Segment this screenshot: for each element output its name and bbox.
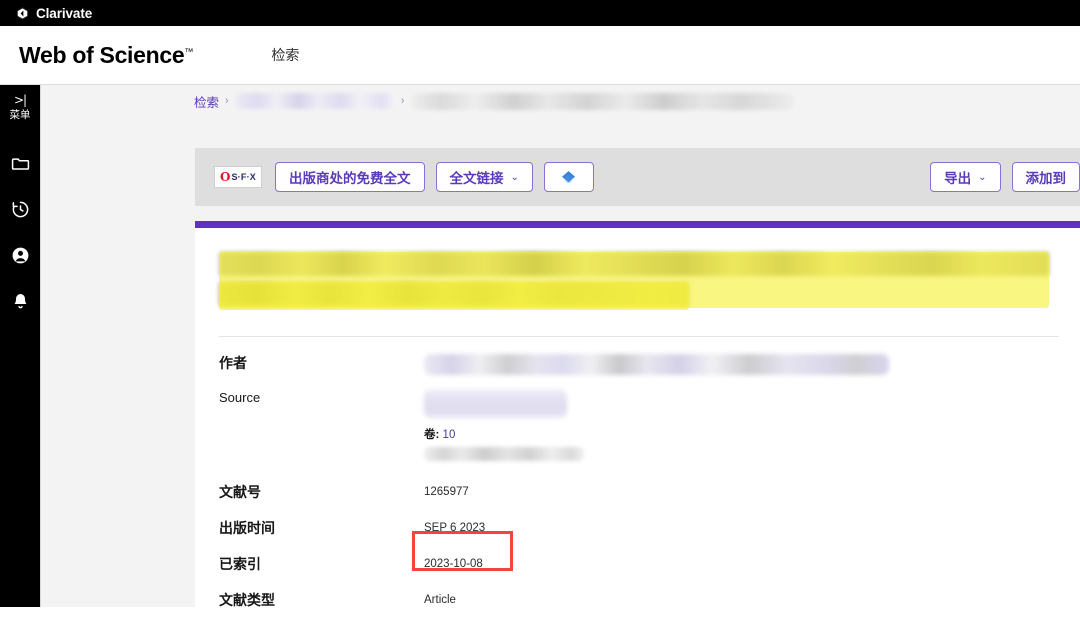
wos-trademark: ™ bbox=[184, 46, 193, 56]
field-published-label: 出版时间 bbox=[219, 519, 424, 537]
export-button[interactable]: 导出 ⌄ bbox=[930, 162, 1000, 192]
field-issue-value-redacted bbox=[424, 447, 584, 461]
nav-search[interactable]: 检索 bbox=[271, 45, 299, 65]
field-source-label: Source bbox=[219, 389, 424, 407]
breadcrumb-separator: › bbox=[401, 95, 405, 107]
field-article-number: 文献号 1265977 bbox=[219, 483, 1059, 501]
wos-logo-text: Web of Science bbox=[19, 42, 184, 68]
sidebar-item-profile[interactable] bbox=[0, 232, 40, 278]
breadcrumb-item-redacted-1[interactable] bbox=[235, 93, 395, 109]
field-authors: 作者 bbox=[219, 354, 1059, 375]
sfx-logo-icon[interactable]: O S·F·X bbox=[214, 166, 262, 188]
chevron-down-icon: ⌄ bbox=[511, 172, 519, 183]
field-authors-value-redacted bbox=[424, 354, 889, 375]
field-volume-separator: : bbox=[436, 429, 440, 441]
field-volume: 卷: 10 bbox=[424, 426, 584, 442]
field-published: 出版时间 SEP 6 2023 bbox=[219, 519, 1059, 537]
field-indexed-label: 已索引 bbox=[219, 555, 424, 573]
open-access-gem-button[interactable] bbox=[544, 162, 594, 192]
title-divider bbox=[219, 336, 1059, 337]
sidebar-item-notifications[interactable] bbox=[0, 278, 40, 324]
add-to-label: 添加到 bbox=[1026, 167, 1067, 187]
record-metadata: 作者 Source 卷: 10 文献号 1265977 出版时间 SEP 6 2… bbox=[219, 354, 1059, 623]
sfx-text: S·F·X bbox=[231, 172, 256, 182]
add-to-button[interactable]: 添加到 bbox=[1012, 162, 1080, 192]
sidebar-menu-label: 菜单 bbox=[10, 108, 31, 122]
record-title-line-redacted bbox=[219, 252, 1049, 276]
breadcrumb-separator: › bbox=[225, 95, 229, 107]
user-account-icon bbox=[11, 246, 30, 265]
field-doc-type-value: Article bbox=[424, 591, 456, 609]
web-of-science-logo[interactable]: Web of Science™ bbox=[19, 42, 193, 69]
field-published-value: SEP 6 2023 bbox=[424, 519, 485, 537]
expand-menu-icon: >| bbox=[14, 93, 26, 107]
breadcrumb: 检索 › › bbox=[194, 92, 795, 110]
blue-diamond-icon bbox=[560, 169, 577, 186]
clarivate-top-bar: Clarivate bbox=[0, 0, 1080, 26]
sidebar-item-history[interactable] bbox=[0, 186, 40, 232]
field-doc-type: 文献类型 Article bbox=[219, 591, 1059, 609]
field-indexed: 已索引 2023-10-08 bbox=[219, 555, 1059, 573]
clarivate-chevron-icon bbox=[16, 7, 29, 20]
free-full-text-label: 出版商处的免费全文 bbox=[289, 167, 411, 187]
bell-icon bbox=[11, 292, 30, 311]
sidebar-item-folder[interactable] bbox=[0, 140, 40, 186]
folder-icon bbox=[11, 154, 30, 173]
field-volume-value: 10 bbox=[443, 429, 456, 441]
export-label: 导出 bbox=[944, 167, 971, 187]
record-title bbox=[219, 252, 1059, 312]
product-header: Web of Science™ 检索 bbox=[0, 26, 1080, 85]
full-text-links-button[interactable]: 全文链接 ⌄ bbox=[436, 162, 533, 192]
field-article-number-value: 1265977 bbox=[424, 483, 469, 501]
sidebar-menu-toggle[interactable]: >| 菜单 bbox=[10, 93, 31, 122]
field-authors-label: 作者 bbox=[219, 354, 424, 372]
chevron-down-icon: ⌄ bbox=[978, 172, 986, 183]
record-detail-card: 作者 Source 卷: 10 文献号 1265977 出版时间 SEP 6 2… bbox=[195, 221, 1080, 607]
field-volume-label: 卷 bbox=[424, 429, 436, 441]
title-yellow-highlight bbox=[219, 282, 689, 310]
full-text-links-label: 全文链接 bbox=[450, 167, 504, 187]
field-article-number-label: 文献号 bbox=[219, 483, 424, 501]
breadcrumb-item-redacted-2 bbox=[410, 93, 795, 110]
history-clock-icon bbox=[11, 200, 30, 219]
free-full-text-button[interactable]: 出版商处的免费全文 bbox=[275, 162, 425, 192]
field-source-value-redacted bbox=[424, 389, 567, 418]
field-doc-type-label: 文献类型 bbox=[219, 591, 424, 609]
left-sidebar: >| 菜单 bbox=[0, 85, 40, 607]
field-source: Source 卷: 10 bbox=[219, 389, 1059, 461]
sfx-mark: O bbox=[220, 171, 230, 183]
breadcrumb-item-search[interactable]: 检索 bbox=[194, 92, 219, 111]
clarivate-wordmark: Clarivate bbox=[36, 6, 92, 21]
record-toolbar-right: 导出 ⌄ 添加到 bbox=[930, 148, 1080, 206]
field-indexed-value: 2023-10-08 bbox=[424, 555, 483, 573]
